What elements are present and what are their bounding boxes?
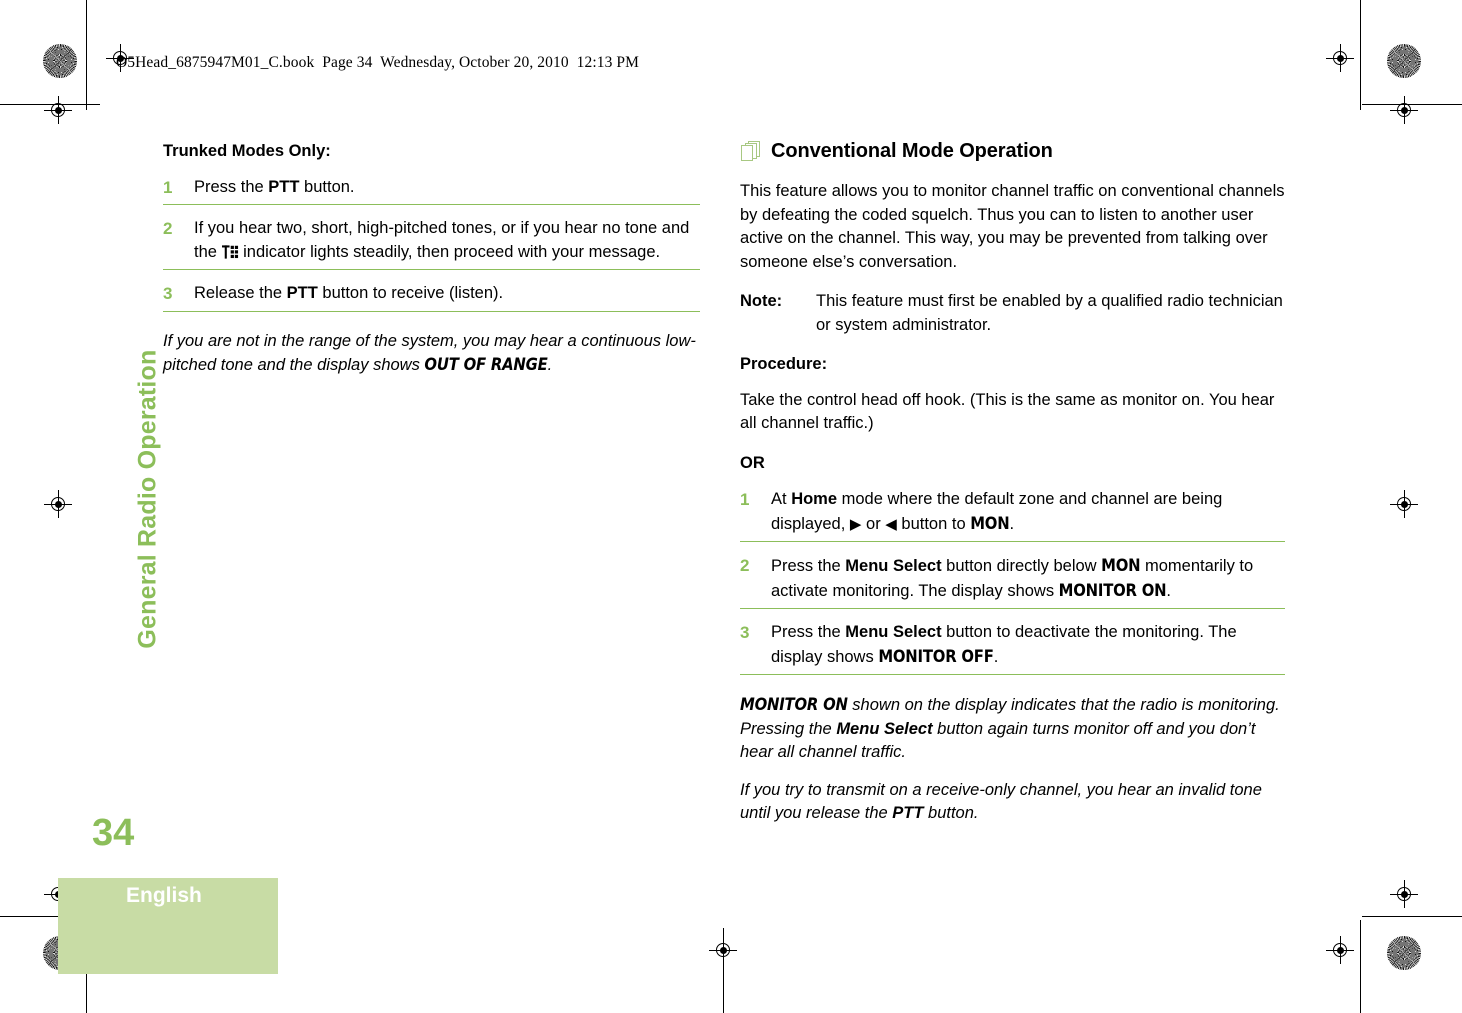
text-run: . <box>1166 581 1171 600</box>
registration-target-bottom-center <box>709 936 737 964</box>
bold-italic-run: Menu Select <box>836 719 933 738</box>
bold-run: Menu Select <box>845 623 942 641</box>
display-text: MON <box>1101 556 1141 575</box>
text-run: Release the <box>194 284 287 302</box>
text-run: button. <box>299 177 355 196</box>
right-step-list: 1 At Home mode where the default zone and… <box>740 488 1285 675</box>
step-item: 2 Press the Menu Select button directly b… <box>740 554 1285 609</box>
procedure-intro: Take the control head off hook. (This is… <box>740 390 1275 433</box>
display-text: MON <box>970 513 1010 533</box>
text-run: button to <box>896 514 971 533</box>
step-text: Press the PTT button. <box>194 178 355 196</box>
stacked-pages-icon <box>740 140 762 164</box>
document-page: O5Head_6875947M01_C.book Page 34 Wednesd… <box>0 0 1462 1013</box>
bold-run: PTT <box>286 284 318 302</box>
registration-target-bottom-right <box>1390 880 1418 908</box>
text-run: indicator lights steadily, then proceed … <box>238 242 661 261</box>
registration-target-top-left <box>44 96 72 124</box>
step-number: 3 <box>163 284 173 303</box>
display-text: OUT OF RANGE <box>424 355 548 374</box>
bold-run: Menu Select <box>845 557 942 575</box>
trim-line-bottom-right-horizontal <box>1362 916 1462 917</box>
bold-run: PTT <box>268 177 300 196</box>
language-label: English <box>126 884 202 907</box>
trim-line-right-vertical <box>1360 0 1361 110</box>
text-run: button directly below <box>941 557 1102 575</box>
trim-line-left-vertical <box>86 0 87 110</box>
chapter-title: General Radio Operation <box>133 349 162 649</box>
arrow-left-icon: ◀ <box>885 515 897 533</box>
intro-paragraph: This feature allows you to monitor chann… <box>740 182 1285 271</box>
bold-run: Home <box>791 490 838 508</box>
step-number: 2 <box>740 556 750 575</box>
text-run: button to receive (listen). <box>317 284 504 302</box>
italic-run: If you try to transmit on a receive-only… <box>740 780 1262 823</box>
section-heading-label: Conventional Mode Operation <box>771 140 1053 163</box>
bold-italic-run: PTT <box>892 804 924 822</box>
step-item: 1 Press the PTT button. <box>163 176 700 205</box>
registration-target-right-middle <box>1390 490 1418 518</box>
page-number: 34 <box>92 812 135 854</box>
right-closing-note-1: MONITOR ON shown on the display indicate… <box>740 693 1285 765</box>
starburst-mark-top-right <box>1387 44 1421 78</box>
arrow-right-icon: ▶ <box>849 515 862 533</box>
procedure-label: Procedure: <box>740 355 828 373</box>
step-item: 2 If you hear two, short, high-pitched to… <box>163 217 700 270</box>
step-text: Press the Menu Select button to deactiva… <box>771 623 1237 666</box>
text-run: Press the <box>194 177 269 196</box>
note-body: This feature must first be enabled by a … <box>816 292 1283 334</box>
note-label: Note: <box>740 292 783 310</box>
text-run: At <box>771 490 792 508</box>
registration-target-bottom-right-inner <box>1326 936 1354 964</box>
starburst-mark-top-left <box>43 44 77 78</box>
step-item: 1 At Home mode where the default zone and… <box>740 488 1285 542</box>
left-subhead: Trunked Modes Only: <box>163 142 331 160</box>
left-column: Trunked Modes Only: 1 Press the PTT butto… <box>163 140 700 394</box>
registration-target-left-middle <box>44 490 72 518</box>
step-number: 1 <box>163 177 173 197</box>
starburst-mark-bottom-right <box>1387 936 1421 970</box>
text-run: Press the <box>771 557 846 575</box>
step-text: If you hear two, short, high-pitched ton… <box>194 219 689 261</box>
italic-run: . <box>547 356 553 374</box>
text-run: . <box>993 647 999 666</box>
trim-line-right-vertical-lower <box>1360 920 1361 1013</box>
display-text: MONITOR ON <box>740 695 848 714</box>
registration-target-top-right <box>1390 96 1418 124</box>
step-text: Press the Menu Select button directly be… <box>771 556 1253 600</box>
text-run: Press the <box>771 623 846 641</box>
left-closing-note: If you are not in the range of the syste… <box>163 330 700 378</box>
step-item: 3 Release the PTT button to receive (list… <box>163 282 700 312</box>
display-text: MONITOR OFF <box>878 646 994 666</box>
right-closing-note-2: If you try to transmit on a receive-only… <box>740 779 1285 826</box>
step-item: 3 Press the Menu Select button to deactiv… <box>740 621 1285 675</box>
trunking-indicator-icon <box>221 243 239 261</box>
text-run: . <box>1009 514 1015 533</box>
section-heading: Conventional Mode Operation <box>740 140 1285 164</box>
step-text: At Home mode where the default zone and … <box>771 490 1222 533</box>
note-row: Note: This feature must first be enabled… <box>740 290 1285 337</box>
step-number: 3 <box>740 623 750 642</box>
step-number: 1 <box>740 490 750 509</box>
step-number: 2 <box>163 219 173 238</box>
or-label: OR <box>740 453 765 472</box>
display-text: MONITOR ON <box>1058 580 1167 600</box>
right-column: Conventional Mode Operation This feature… <box>740 140 1285 842</box>
running-header: O5Head_6875947M01_C.book Page 34 Wednesd… <box>116 54 639 71</box>
left-step-list: 1 Press the PTT button. 2 If you hear two, … <box>163 176 700 312</box>
text-run: or <box>861 514 886 533</box>
italic-run: button. <box>923 804 979 822</box>
registration-target-top-right-inner <box>1326 44 1354 72</box>
step-text: Release the PTT button to receive (liste… <box>194 284 503 302</box>
